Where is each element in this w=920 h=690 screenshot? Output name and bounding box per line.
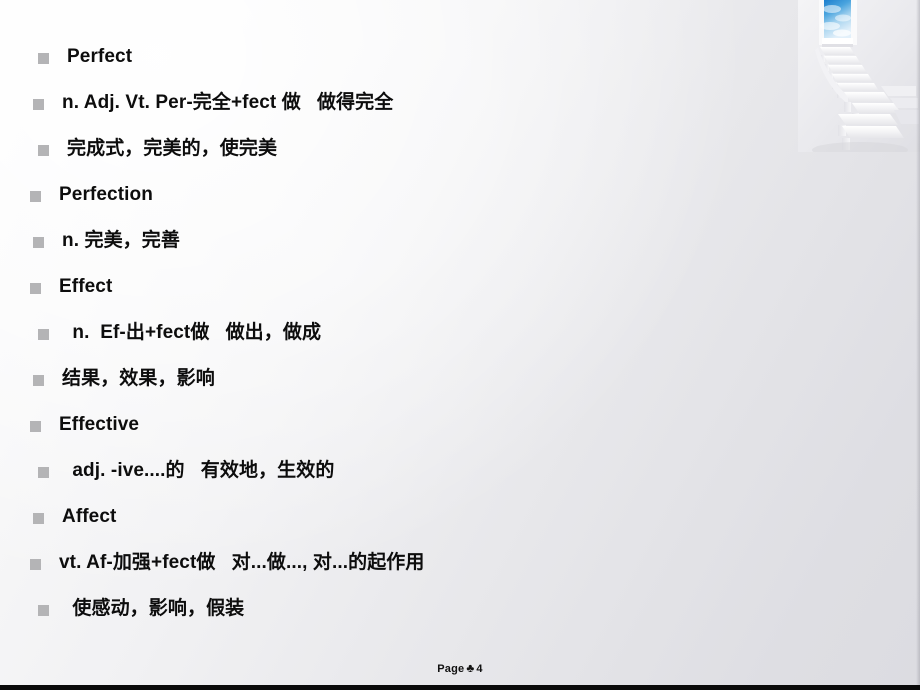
list-item[interactable]: n. Adj. Vt. Per-完全+fect 做 做得完全 <box>0 80 760 126</box>
square-bullet-icon <box>38 144 49 156</box>
slide-canvas: Perfect n. Adj. Vt. Per-完全+fect 做 做得完全 完… <box>0 0 920 690</box>
square-bullet-icon <box>33 98 44 110</box>
square-bullet-icon <box>33 374 44 386</box>
list-item[interactable]: n. 完美，完善 <box>0 218 760 264</box>
square-bullet-icon <box>30 282 41 294</box>
club-suit-icon: ♣ <box>466 661 475 675</box>
square-bullet-icon <box>38 328 49 340</box>
list-item-label: 使感动，影响，假装 <box>67 598 245 620</box>
list-item[interactable]: Perfect <box>0 34 760 80</box>
list-item-label: n. Ef-出+fect做 做出，做成 <box>67 322 322 344</box>
list-item[interactable]: 使感动，影响，假装 <box>0 586 760 632</box>
square-bullet-icon <box>33 236 44 248</box>
list-item[interactable]: vt. Af-加强+fect做 对...做..., 对...的起作用 <box>0 540 760 586</box>
list-item[interactable]: Perfection <box>0 172 760 218</box>
list-item[interactable]: Effective <box>0 402 760 448</box>
list-item-label: Perfect <box>67 46 133 68</box>
list-item-label: vt. Af-加强+fect做 对...做..., 对...的起作用 <box>59 552 425 574</box>
list-item[interactable]: 完成式，完美的，使完美 <box>0 126 760 172</box>
list-item-label: Effective <box>59 414 140 436</box>
list-item[interactable]: Effect <box>0 264 760 310</box>
staircase-decoration-image <box>798 0 920 152</box>
list-item-label: 完成式，完美的，使完美 <box>67 138 278 160</box>
square-bullet-icon <box>38 52 49 64</box>
footer-page-label: Page <box>437 663 465 675</box>
right-edge-shadow <box>916 0 920 690</box>
list-item[interactable]: Affect <box>0 494 760 540</box>
square-bullet-icon <box>30 558 41 570</box>
square-bullet-icon <box>38 466 49 478</box>
list-item[interactable]: adj. -ive....的 有效地，生效的 <box>0 448 760 494</box>
bullet-list: Perfect n. Adj. Vt. Per-完全+fect 做 做得完全 完… <box>0 34 760 632</box>
list-item-label: Perfection <box>59 184 153 206</box>
square-bullet-icon <box>38 604 49 616</box>
list-item[interactable]: 结果，效果，影响 <box>0 356 760 402</box>
bottom-black-band <box>0 685 920 690</box>
list-item[interactable]: n. Ef-出+fect做 做出，做成 <box>0 310 760 356</box>
list-item-label: Effect <box>59 276 113 298</box>
slide-footer: Page ♣ 4 <box>0 661 920 675</box>
list-item-label: n. 完美，完善 <box>62 230 180 252</box>
list-item-label: Affect <box>62 506 117 528</box>
footer-page-number: 4 <box>476 663 483 675</box>
list-item-label: adj. -ive....的 有效地，生效的 <box>67 460 335 482</box>
list-item-label: n. Adj. Vt. Per-完全+fect 做 做得完全 <box>62 92 394 114</box>
list-item-label: 结果，效果，影响 <box>62 368 215 390</box>
square-bullet-icon <box>33 512 44 524</box>
square-bullet-icon <box>30 190 41 202</box>
square-bullet-icon <box>30 420 41 432</box>
